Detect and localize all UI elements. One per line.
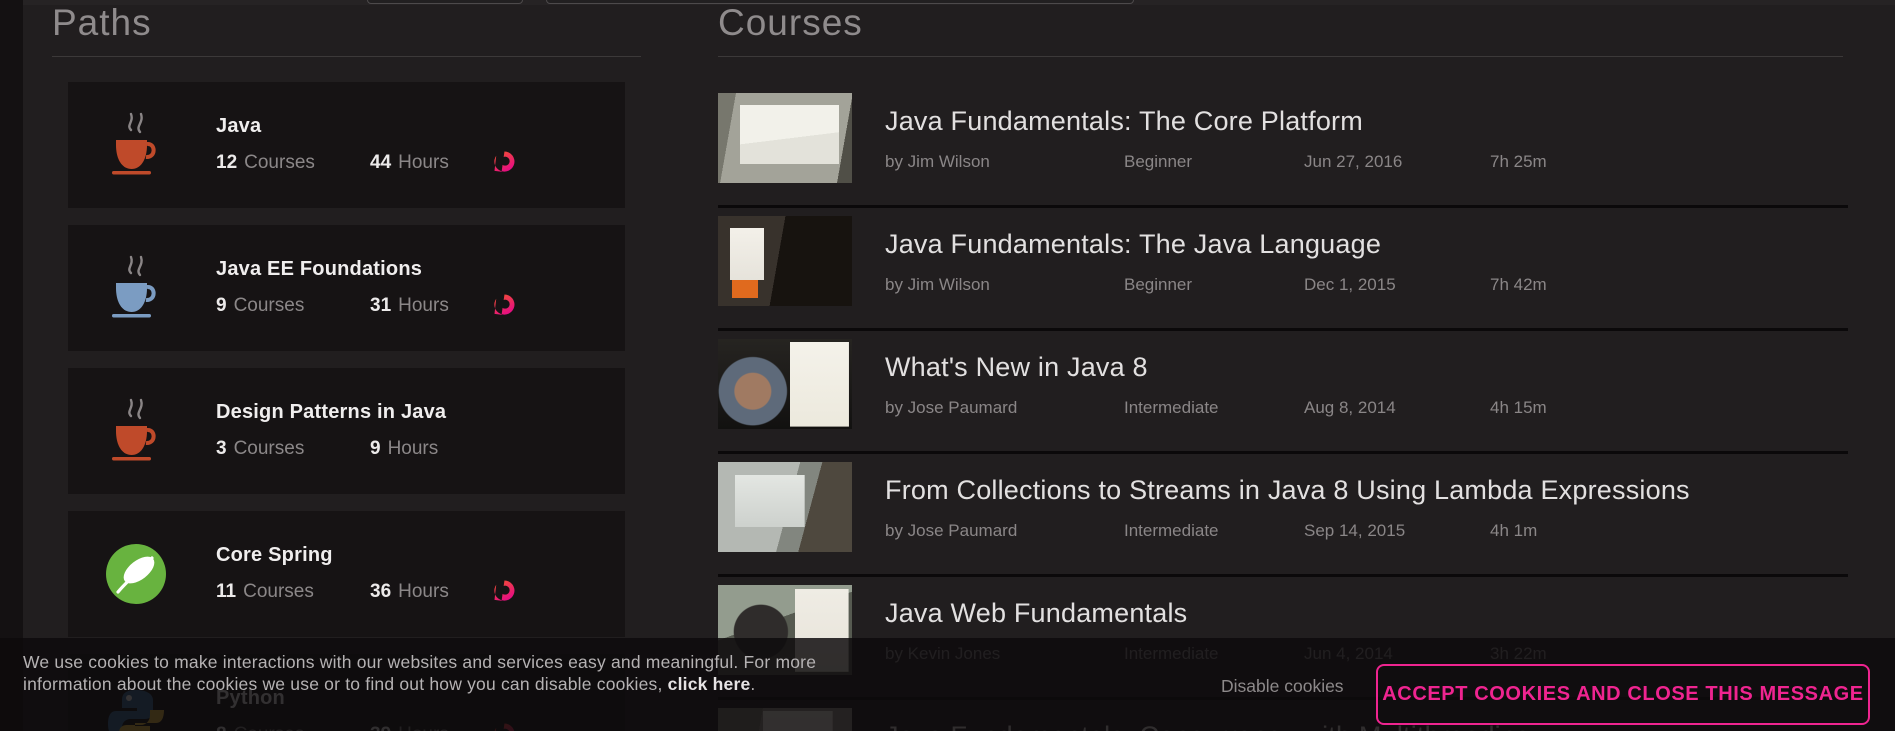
- pluralsight-search-results-page: Paths Java 12Courses 44Hours: [0, 0, 1895, 731]
- disable-cookies-link[interactable]: Disable cookies: [1221, 676, 1344, 697]
- course-author: by Jim Wilson: [885, 275, 1124, 295]
- course-title-link[interactable]: From Collections to Streams in Java 8 Us…: [885, 462, 1848, 506]
- accept-cookies-button[interactable]: ACCEPT COOKIES AND CLOSE THIS MESSAGE: [1376, 664, 1870, 725]
- path-card-java[interactable]: Java 12Courses 44Hours: [68, 82, 625, 208]
- path-badge-icon: [492, 150, 515, 175]
- course-author: by Jose Paumard: [885, 521, 1124, 541]
- course-level: Beginner: [1124, 275, 1304, 295]
- courses-section-title: Courses: [718, 2, 863, 44]
- row-divider: [718, 205, 1848, 208]
- courses-header-rule: [718, 56, 1843, 57]
- row-divider: [718, 451, 1848, 454]
- path-badge-icon: [492, 579, 515, 604]
- course-date: Aug 8, 2014: [1304, 398, 1490, 418]
- path-meta: 12Courses 44Hours: [216, 150, 515, 175]
- course-meta: by Jim Wilson Beginner Jun 27, 2016 7h 2…: [885, 152, 1848, 172]
- course-author: by Jose Paumard: [885, 398, 1124, 418]
- row-divider: [718, 574, 1848, 577]
- path-title[interactable]: Design Patterns in Java: [216, 401, 515, 424]
- row-divider: [718, 328, 1848, 331]
- course-title-link[interactable]: What's New in Java 8: [885, 339, 1848, 383]
- course-thumbnail[interactable]: [718, 93, 852, 183]
- course-level: Intermediate: [1124, 398, 1304, 418]
- course-thumbnail[interactable]: [718, 339, 852, 429]
- scrolled-filter-box[interactable]: [367, 0, 523, 4]
- course-title-link[interactable]: Java Fundamentals: The Core Platform: [885, 93, 1848, 137]
- coffee-cup-blue-icon: [104, 253, 168, 323]
- course-meta: by Jose Paumard Intermediate Aug 8, 2014…: [885, 398, 1848, 418]
- path-badge-icon: [492, 293, 515, 318]
- left-gutter: [0, 0, 23, 731]
- path-meta: 3Courses 9Hours: [216, 436, 515, 461]
- course-thumbnail[interactable]: [718, 216, 852, 306]
- paths-header-rule: [52, 56, 641, 57]
- course-duration: 4h 1m: [1490, 521, 1537, 541]
- course-date: Sep 14, 2015: [1304, 521, 1490, 541]
- course-row: Java Fundamentals: The Java Language by …: [718, 216, 1848, 329]
- path-title[interactable]: Java EE Foundations: [216, 258, 515, 281]
- cookie-banner: We use cookies to make interactions with…: [0, 638, 1895, 731]
- course-date: Jun 27, 2016: [1304, 152, 1490, 172]
- path-card-core-spring[interactable]: Core Spring 11Courses 36Hours: [68, 511, 625, 637]
- cookie-policy-link[interactable]: click here: [668, 674, 751, 694]
- course-duration: 7h 42m: [1490, 275, 1547, 295]
- path-title[interactable]: Java: [216, 115, 515, 138]
- course-author: by Jim Wilson: [885, 152, 1124, 172]
- course-level: Beginner: [1124, 152, 1304, 172]
- coffee-cup-red-icon: [104, 110, 168, 180]
- path-title[interactable]: Core Spring: [216, 544, 515, 567]
- course-duration: 7h 25m: [1490, 152, 1547, 172]
- course-row: What's New in Java 8 by Jose Paumard Int…: [718, 339, 1848, 452]
- spring-leaf-icon: [104, 542, 168, 606]
- path-meta: 9Courses 31Hours: [216, 293, 515, 318]
- paths-section-title: Paths: [52, 2, 152, 44]
- course-row: From Collections to Streams in Java 8 Us…: [718, 462, 1848, 575]
- course-date: Dec 1, 2015: [1304, 275, 1490, 295]
- course-duration: 4h 15m: [1490, 398, 1547, 418]
- course-meta: by Jose Paumard Intermediate Sep 14, 201…: [885, 521, 1848, 541]
- course-title-link[interactable]: Java Web Fundamentals: [885, 585, 1848, 629]
- course-thumbnail[interactable]: [718, 462, 852, 552]
- course-level: Intermediate: [1124, 521, 1304, 541]
- course-title-link[interactable]: Java Fundamentals: The Java Language: [885, 216, 1848, 260]
- coffee-cup-red-icon: [104, 396, 168, 466]
- course-row: Java Fundamentals: The Core Platform by …: [718, 93, 1848, 206]
- path-card-design-patterns[interactable]: Design Patterns in Java 3Courses 9Hours: [68, 368, 625, 494]
- cookie-message: We use cookies to make interactions with…: [23, 651, 816, 695]
- course-meta: by Jim Wilson Beginner Dec 1, 2015 7h 42…: [885, 275, 1848, 295]
- path-meta: 11Courses 36Hours: [216, 579, 515, 604]
- path-card-java-ee[interactable]: Java EE Foundations 9Courses 31Hours: [68, 225, 625, 351]
